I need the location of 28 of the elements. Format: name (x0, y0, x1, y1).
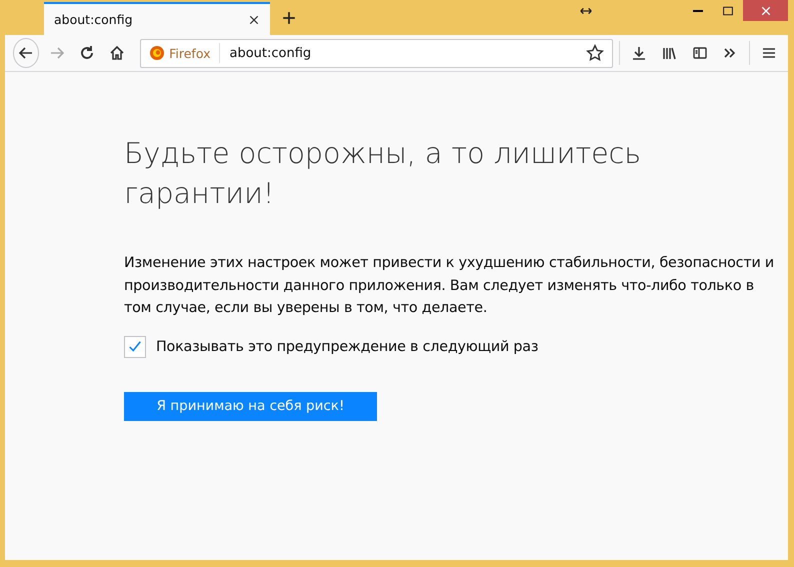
browser-tab[interactable]: about:config (44, 2, 270, 35)
sidebar-icon (692, 45, 708, 61)
back-arrow-icon (18, 45, 34, 61)
warning-heading: Будьте осторожны, а то лишитесь гарантии! (124, 136, 642, 212)
close-icon (248, 14, 260, 26)
download-icon (631, 45, 648, 61)
browser-logo-icon (149, 45, 166, 61)
home-icon (109, 45, 126, 61)
checkbox-label: Показывать это предупреждение в следующий раз (156, 338, 538, 354)
url-text: about:config (230, 46, 312, 60)
close-button[interactable] (743, 0, 788, 21)
maximize-icon (723, 6, 733, 16)
identity-label: Firefox (169, 46, 210, 60)
minimize-icon (693, 10, 703, 12)
menu-icon (760, 45, 777, 61)
warning-text: Изменение этих настроек может привести к ухудшению стабильности, безопасности и производительности данного приложения. Вам следует изменять что-либо только в том случае, если вы уверены в том, что делаете. (124, 254, 774, 318)
close-icon (760, 6, 770, 16)
checkmark-icon (128, 340, 142, 354)
address-bar[interactable]: Firefox about:config (140, 38, 614, 68)
reload-icon (78, 45, 95, 61)
back-button[interactable] (13, 38, 40, 68)
accept-risk-button[interactable]: Я принимаю на себя риск! (124, 392, 377, 420)
checkbox[interactable] (124, 336, 146, 358)
library-icon (661, 45, 678, 61)
new-tab-button[interactable]: + (272, 2, 306, 35)
forward-arrow-icon (48, 45, 65, 61)
star-icon (586, 44, 604, 62)
tab-title: about:config (54, 12, 133, 27)
